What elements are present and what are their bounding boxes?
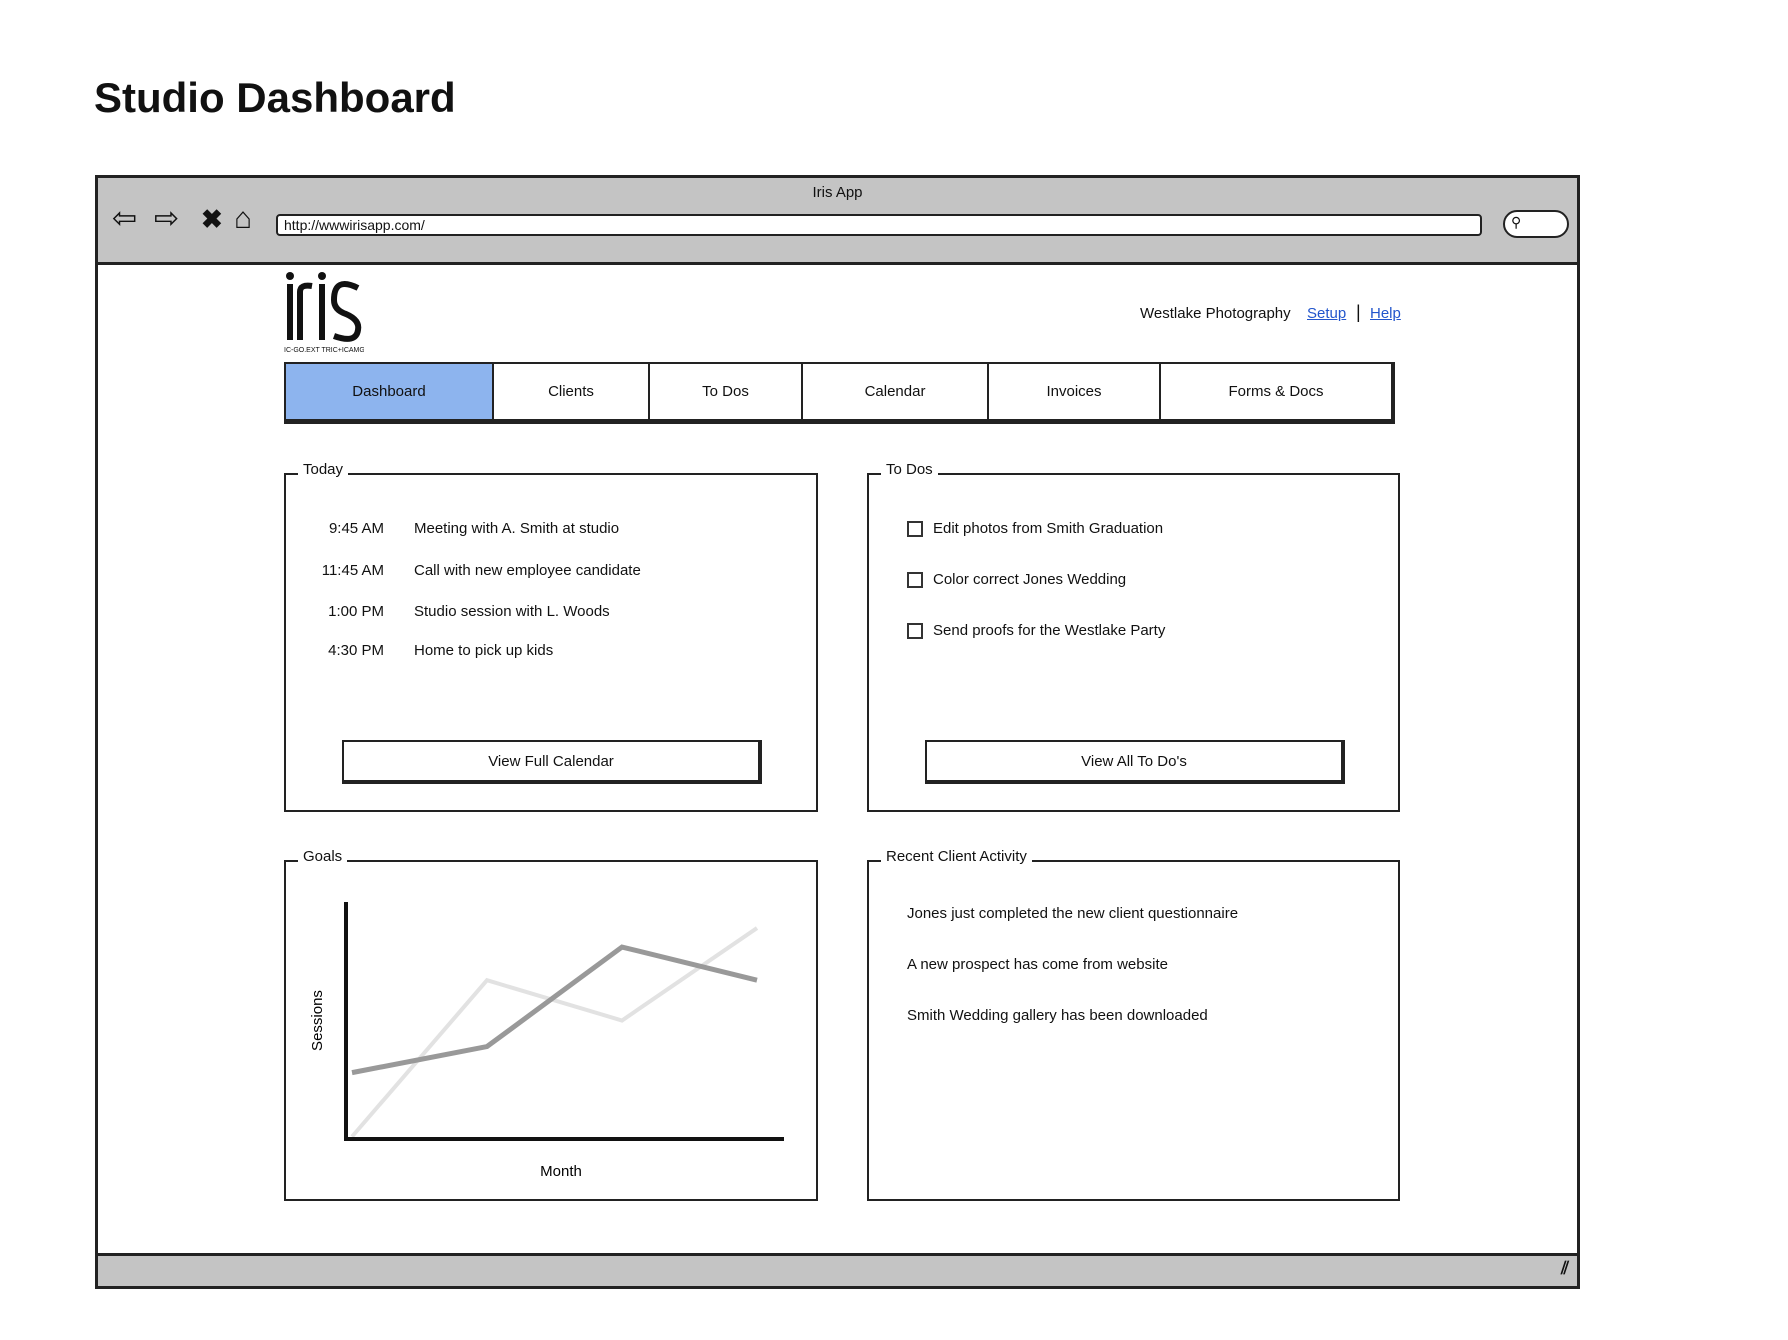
todos-title: To Dos: [881, 461, 938, 478]
page-title: Studio Dashboard: [94, 74, 456, 121]
todo-checkbox[interactable]: [907, 623, 923, 640]
goals-panel: Goals Month Sessions: [284, 848, 818, 1201]
event-description[interactable]: Home to pick up kids: [414, 642, 553, 659]
view-full-calendar-button[interactable]: View Full Calendar: [342, 740, 762, 784]
search-icon: ⚲: [1511, 214, 1522, 230]
event-time: 4:30 PM: [328, 642, 384, 659]
event-description[interactable]: Meeting with A. Smith at studio: [414, 520, 619, 537]
search-button[interactable]: ⚲: [1503, 210, 1569, 238]
tab-calendar[interactable]: Calendar: [803, 364, 989, 419]
resize-grip-icon[interactable]: ⫽: [1561, 1258, 1569, 1279]
browser-window: Iris App ⇦ ⇨ ✖ ⌂ http://wwwirisapp.com/ …: [95, 175, 1580, 1289]
activity-title: Recent Client Activity: [881, 848, 1032, 865]
tab-dashboard[interactable]: Dashboard: [286, 364, 494, 419]
todo-checkbox[interactable]: [907, 521, 923, 538]
iris-logo: IC-GO.EXT TRIC+ICAMG: [284, 270, 365, 359]
main-tabs: Dashboard Clients To Dos Calendar Invoic…: [284, 362, 1395, 424]
tab-todos[interactable]: To Dos: [650, 364, 803, 419]
help-link[interactable]: Help: [1370, 305, 1401, 322]
close-x-icon[interactable]: ✖: [201, 204, 223, 234]
goals-chart: Month Sessions: [309, 902, 784, 1180]
todo-text: Send proofs for the Westlake Party: [933, 622, 1166, 639]
activity-item[interactable]: Smith Wedding gallery has been downloade…: [907, 1007, 1208, 1024]
tab-clients[interactable]: Clients: [494, 364, 650, 419]
todos-panel: To Dos Edit photos from Smith Graduation…: [867, 461, 1400, 812]
todo-text: Color correct Jones Wedding: [933, 571, 1127, 588]
tab-invoices[interactable]: Invoices: [989, 364, 1161, 419]
event-description[interactable]: Call with new employee candidate: [414, 562, 641, 579]
status-bar: ⫽: [98, 1253, 1577, 1286]
tab-forms-docs[interactable]: Forms & Docs: [1161, 364, 1391, 419]
today-panel: Today 9:45 AM Meeting with A. Smith at s…: [284, 461, 818, 812]
home-icon[interactable]: ⌂: [234, 204, 252, 234]
event-time: 9:45 AM: [328, 520, 384, 537]
x-axis-label: Month: [540, 1163, 582, 1180]
event-time: 1:00 PM: [328, 603, 384, 620]
chart-axes: [344, 902, 784, 1141]
svg-text:IC-GO.EXT TRIC+ICAMG: IC-GO.EXT TRIC+ICAMG: [284, 347, 364, 354]
setup-link[interactable]: Setup: [1307, 305, 1346, 322]
today-title: Today: [298, 461, 349, 478]
series-line-0: [351, 944, 758, 1076]
todo-item: Edit photos from Smith Graduation: [907, 520, 1164, 538]
todo-item: Color correct Jones Wedding: [907, 571, 1127, 589]
activity-item[interactable]: Jones just completed the new client ques…: [907, 905, 1238, 922]
back-arrow-icon[interactable]: ⇦: [112, 204, 137, 234]
event-time: 11:45 AM: [321, 562, 384, 579]
event-description[interactable]: Studio session with L. Woods: [414, 603, 610, 620]
separator: |: [1356, 302, 1361, 322]
todo-checkbox[interactable]: [907, 572, 923, 589]
todo-item: Send proofs for the Westlake Party: [907, 622, 1166, 640]
view-all-todos-button[interactable]: View All To Do's: [925, 740, 1345, 784]
recent-activity-panel: Recent Client Activity Jones just comple…: [867, 848, 1400, 1201]
series-line-1: [350, 926, 759, 1138]
activity-item[interactable]: A new prospect has come from website: [907, 956, 1168, 973]
account-name: Westlake Photography: [1140, 305, 1291, 322]
browser-toolbar: Iris App ⇦ ⇨ ✖ ⌂ http://wwwirisapp.com/ …: [98, 178, 1577, 265]
window-title: Iris App: [812, 184, 863, 201]
y-axis-label: Sessions: [309, 990, 326, 1051]
forward-arrow-icon[interactable]: ⇨: [154, 204, 179, 234]
url-input[interactable]: http://wwwirisapp.com/: [276, 214, 1482, 236]
todo-text: Edit photos from Smith Graduation: [933, 520, 1164, 537]
